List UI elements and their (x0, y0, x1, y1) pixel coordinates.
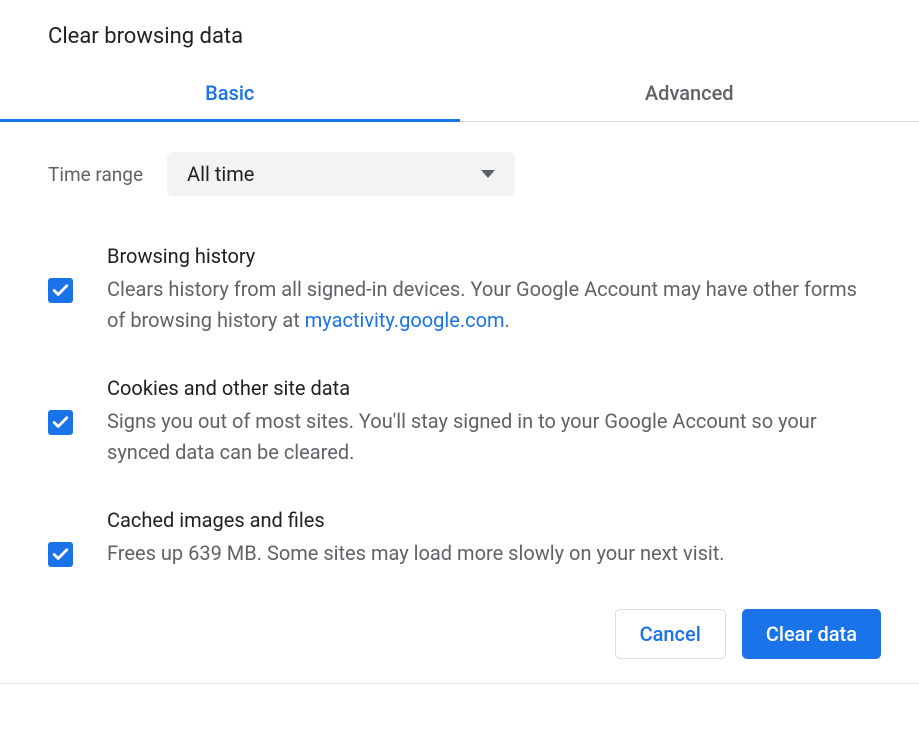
cookies-content: Cookies and other site data Signs you ou… (107, 376, 871, 468)
dialog-actions: Cancel Clear data (0, 609, 919, 683)
browsing-history-desc-after: . (505, 308, 510, 332)
time-range-row: Time range All time (48, 152, 871, 196)
checkmark-icon (51, 545, 70, 564)
time-range-value: All time (187, 162, 254, 186)
time-range-select[interactable]: All time (167, 152, 515, 196)
cookies-desc: Signs you out of most sites. You'll stay… (107, 406, 871, 468)
browsing-history-desc: Clears history from all signed-in device… (107, 274, 871, 336)
cookies-checkbox[interactable] (48, 410, 73, 435)
browsing-history-title: Browsing history (107, 244, 871, 268)
cache-desc: Frees up 639 MB. Some sites may load mor… (107, 538, 871, 569)
clear-browsing-data-dialog: Clear browsing data Basic Advanced Time … (0, 0, 919, 684)
cookies-title: Cookies and other site data (107, 376, 871, 400)
dialog-title: Clear browsing data (0, 0, 919, 67)
checkmark-icon (51, 281, 70, 300)
cache-content: Cached images and files Frees up 639 MB.… (107, 508, 871, 569)
cache-title: Cached images and files (107, 508, 871, 532)
cache-row: Cached images and files Frees up 639 MB.… (48, 508, 871, 569)
tab-advanced[interactable]: Advanced (460, 67, 919, 121)
browsing-history-row: Browsing history Clears history from all… (48, 244, 871, 336)
footer-divider (0, 683, 919, 684)
browsing-history-checkbox[interactable] (48, 278, 73, 303)
clear-data-button[interactable]: Clear data (742, 609, 881, 659)
tab-basic[interactable]: Basic (0, 67, 460, 121)
checkmark-icon (51, 413, 70, 432)
cancel-button[interactable]: Cancel (615, 609, 726, 659)
tabs: Basic Advanced (0, 67, 919, 122)
cache-checkbox[interactable] (48, 542, 73, 567)
browsing-history-content: Browsing history Clears history from all… (107, 244, 871, 336)
tab-content-basic: Time range All time Browsing history Cle… (0, 122, 919, 569)
time-range-label: Time range (48, 163, 143, 186)
cookies-row: Cookies and other site data Signs you ou… (48, 376, 871, 468)
myactivity-link[interactable]: myactivity.google.com (305, 308, 505, 332)
chevron-down-icon (481, 170, 495, 178)
